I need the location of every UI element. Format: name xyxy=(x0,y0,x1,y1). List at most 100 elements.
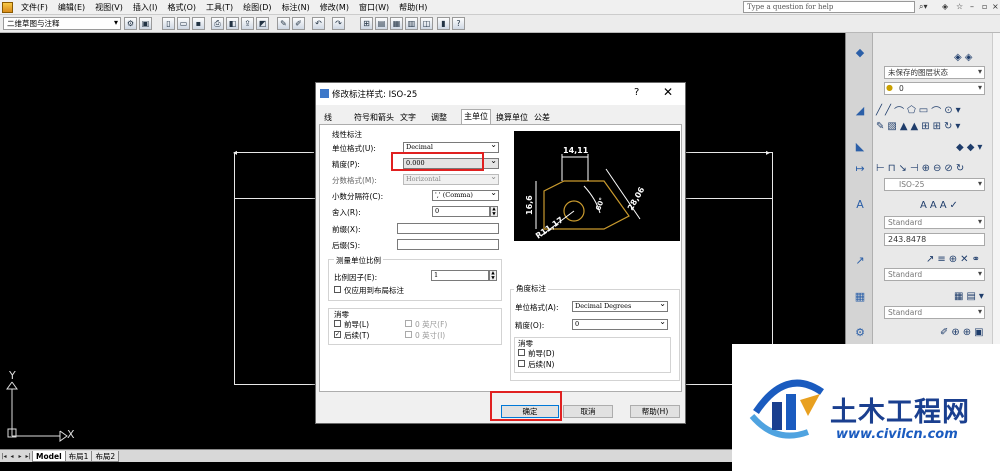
feet-checkbox[interactable] xyxy=(405,320,412,327)
spell-icon[interactable]: ✓ xyxy=(950,200,958,211)
insert-icon[interactable]: ⊞ xyxy=(933,121,941,132)
dimstyle-select[interactable]: ISO-25 xyxy=(884,178,985,191)
tab-last-icon[interactable]: ▸| xyxy=(24,452,32,461)
text-panel-icon[interactable]: A xyxy=(853,199,867,211)
workspace-icon[interactable]: ▣ xyxy=(139,17,152,30)
plot-icon[interactable]: ◩ xyxy=(256,17,269,30)
align-icon[interactable]: ≡ xyxy=(937,254,945,265)
dialog-close-button[interactable]: ✕ xyxy=(663,85,673,99)
misc-panel-icon[interactable]: ⚙ xyxy=(853,327,867,339)
redo-icon[interactable]: ↷ xyxy=(332,17,345,30)
menu-view[interactable]: 视图(V) xyxy=(90,2,128,13)
menu-tools[interactable]: 工具(T) xyxy=(201,2,238,13)
dim-break-icon[interactable]: ⊖ xyxy=(933,163,941,174)
circle-icon[interactable]: ⊙ xyxy=(944,105,952,116)
layer-state-select[interactable]: 未保存的图层状态 xyxy=(884,66,985,79)
angular-dim-icon[interactable]: ↘ xyxy=(899,163,907,174)
angular-precision-select[interactable]: 0 xyxy=(572,319,668,330)
chevron-down-icon[interactable]: ▾ xyxy=(979,291,984,302)
tab-layout2[interactable]: 布局2 xyxy=(91,450,120,462)
update-dim-icon[interactable]: ↻ xyxy=(956,163,964,174)
restore-icon[interactable]: ▫ xyxy=(982,2,987,11)
line-icon[interactable]: ╱ xyxy=(876,105,882,116)
menu-file[interactable]: 文件(F) xyxy=(16,2,53,13)
inches-checkbox[interactable] xyxy=(405,331,412,338)
remove-icon[interactable]: ✕ xyxy=(960,254,968,265)
menu-dimension[interactable]: 标注(N) xyxy=(277,2,315,13)
app-icon[interactable] xyxy=(2,1,13,13)
aligned-dim-icon[interactable]: ⊓ xyxy=(888,163,896,174)
chevron-down-icon[interactable]: ▾ xyxy=(956,105,961,116)
layout-only-checkbox[interactable] xyxy=(334,286,341,293)
chevron-down-icon[interactable]: ▾ xyxy=(955,121,960,132)
help-icon[interactable]: ? xyxy=(452,17,465,30)
tab-model[interactable]: Model xyxy=(32,450,66,462)
properties-icon[interactable]: ▤ xyxy=(375,17,388,30)
modify-panel-icon[interactable]: ◣ xyxy=(853,141,867,153)
layer-select[interactable]: 0 xyxy=(884,82,985,95)
star-icon[interactable]: ☆ xyxy=(956,2,963,11)
mleader-icon[interactable]: ↗ xyxy=(926,254,934,265)
dimension-panel-icon[interactable]: ↦ xyxy=(853,163,867,175)
scale-factor-input[interactable]: 1 xyxy=(431,270,489,281)
menu-edit[interactable]: 编辑(E) xyxy=(53,2,90,13)
draw-panel-icon[interactable]: ◢ xyxy=(853,105,867,117)
layer-prop-icon[interactable]: ◈ xyxy=(954,52,962,63)
undo-icon[interactable]: ↶ xyxy=(312,17,325,30)
sheetset-icon[interactable]: ◫ xyxy=(420,17,433,30)
hatch-icon[interactable]: ▧ xyxy=(887,121,896,132)
panel-scrollbar[interactable] xyxy=(992,33,1000,345)
angular-unit-format-select[interactable]: Decimal Degrees xyxy=(572,301,668,312)
angular-trailing-checkbox[interactable] xyxy=(518,360,525,367)
chevron-down-icon[interactable]: ▾ xyxy=(977,142,982,153)
group-icon[interactable]: ⚭ xyxy=(972,254,980,265)
angular-leading-checkbox[interactable] xyxy=(518,349,525,356)
tab-primary-units[interactable]: 主单位 xyxy=(461,109,491,125)
tab-fit[interactable]: 调整 xyxy=(429,111,449,125)
close-icon[interactable]: × xyxy=(992,2,999,11)
tab-layout1[interactable]: 布局1 xyxy=(64,450,93,462)
calculator-icon[interactable]: ▮ xyxy=(437,17,450,30)
table-edit-icon[interactable]: ▤ xyxy=(966,291,975,302)
publish-icon[interactable]: ⇪ xyxy=(241,17,254,30)
menu-draw[interactable]: 绘图(D) xyxy=(238,2,276,13)
zoom-extents-icon[interactable]: ▣ xyxy=(974,327,983,338)
workspace-settings-icon[interactable]: ⚙ xyxy=(124,17,137,30)
gradient-icon[interactable]: ▲ xyxy=(900,121,908,132)
tab-first-icon[interactable]: |◂ xyxy=(0,452,8,461)
tab-symbols-arrows[interactable]: 符号和箭头 xyxy=(352,111,396,125)
decimal-separator-select[interactable]: ',' (Comma) xyxy=(432,190,499,201)
linear-dim-icon[interactable]: ⊢ xyxy=(876,163,885,174)
workspace-select[interactable]: 二维草图与注释 xyxy=(3,17,121,30)
zoom-icon[interactable]: ⊕ xyxy=(951,327,959,338)
table-icon[interactable]: ▦ xyxy=(954,291,963,302)
mleader-style-select[interactable]: Standard xyxy=(884,268,985,281)
rectangle-icon[interactable]: ▭ xyxy=(919,105,928,116)
menu-help[interactable]: 帮助(H) xyxy=(394,2,432,13)
new-file-icon[interactable]: ▯ xyxy=(162,17,175,30)
help-button[interactable]: 帮助(H) xyxy=(630,405,680,418)
spline-icon[interactable]: ✎ xyxy=(876,121,884,132)
menu-format[interactable]: 格式(O) xyxy=(162,2,201,13)
radius-dim-icon[interactable]: ⊕ xyxy=(922,163,930,174)
block-icon[interactable]: ⊞ xyxy=(921,121,929,132)
menu-window[interactable]: 窗口(W) xyxy=(354,2,394,13)
toolpalette-icon[interactable]: ▥ xyxy=(405,17,418,30)
print-icon[interactable]: ⎙ xyxy=(211,17,224,30)
text-style-select[interactable]: Standard xyxy=(884,216,985,229)
tab-prev-icon[interactable]: ◂ xyxy=(8,452,16,461)
table-panel-icon[interactable]: ▦ xyxy=(853,291,867,303)
match-brush-icon[interactable]: ✐ xyxy=(292,17,305,30)
region-icon[interactable]: ▲ xyxy=(911,121,919,132)
layer-state-icon[interactable]: ◈ xyxy=(965,52,973,63)
trailing-checkbox[interactable]: ✓ xyxy=(334,331,341,338)
suffix-input[interactable] xyxy=(397,239,499,250)
preview-icon[interactable]: ◧ xyxy=(226,17,239,30)
minimize-icon[interactable]: – xyxy=(970,2,974,11)
find-text-icon[interactable]: A xyxy=(940,200,947,211)
assist-icon[interactable]: ◈ xyxy=(942,2,948,11)
leading-checkbox[interactable] xyxy=(334,320,341,327)
collect-icon[interactable]: ⊕ xyxy=(949,254,957,265)
brush-icon[interactable]: ✐ xyxy=(940,327,948,338)
construction-line-icon[interactable]: ╱ xyxy=(885,105,891,116)
